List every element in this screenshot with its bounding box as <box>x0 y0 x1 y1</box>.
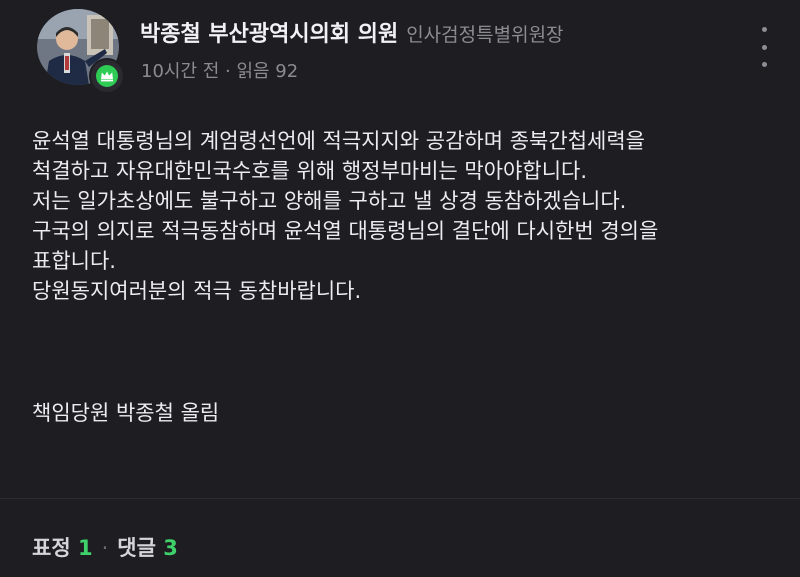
post-body-line: 윤석열 대통령님의 계엄령선언에 적극지지와 공감하며 종북간첩세력을 <box>32 129 645 153</box>
post-body-line: 저는 일가초상에도 불구하고 양해를 구하고 낼 상경 동참하겠습니다. <box>32 189 627 213</box>
more-vertical-icon[interactable] <box>752 27 776 67</box>
reactions-button[interactable]: 표정 1 <box>32 536 93 560</box>
post-meta: 10시간 전 · 읽음 92 <box>141 61 299 82</box>
crown-icon <box>89 58 125 94</box>
separator-dot: · <box>101 536 109 560</box>
author-line: 박종철 부산광역시의회 의원 인사검정특별위원장 <box>140 16 564 48</box>
divider <box>0 498 800 499</box>
post-header: 박종철 부산광역시의회 의원 인사검정특별위원장 10시간 전 · 읽음 92 <box>0 0 800 100</box>
comments-count: 3 <box>163 536 178 560</box>
post-signature: 책임당원 박종철 올림 <box>32 401 220 425</box>
post-body-line: 당원동지여러분의 적극 동참바랍니다. <box>32 279 362 303</box>
post-body: 윤석열 대통령님의 계엄령선언에 적극지지와 공감하며 종북간첩세력을 척결하고… <box>32 126 792 306</box>
post-body-line: 표합니다. <box>32 249 116 273</box>
post-footer: 표정 1 · 댓글 3 <box>32 532 178 562</box>
comments-label: 댓글 <box>117 536 156 560</box>
reactions-label: 표정 <box>32 536 71 560</box>
post-body-line: 척결하고 자유대한민국수호를 위해 행정부마비는 막아야합니다. <box>32 159 588 183</box>
comments-button[interactable]: 댓글 3 <box>117 536 178 560</box>
post-body-line: 구국의 의지로 적극동참하며 윤석열 대통령님의 결단에 다시한번 경의을 <box>32 219 659 243</box>
author-name[interactable]: 박종철 부산광역시의회 의원 <box>140 22 398 47</box>
author-title: 인사검정특별위원장 <box>406 24 564 46</box>
reactions-count: 1 <box>77 536 93 560</box>
